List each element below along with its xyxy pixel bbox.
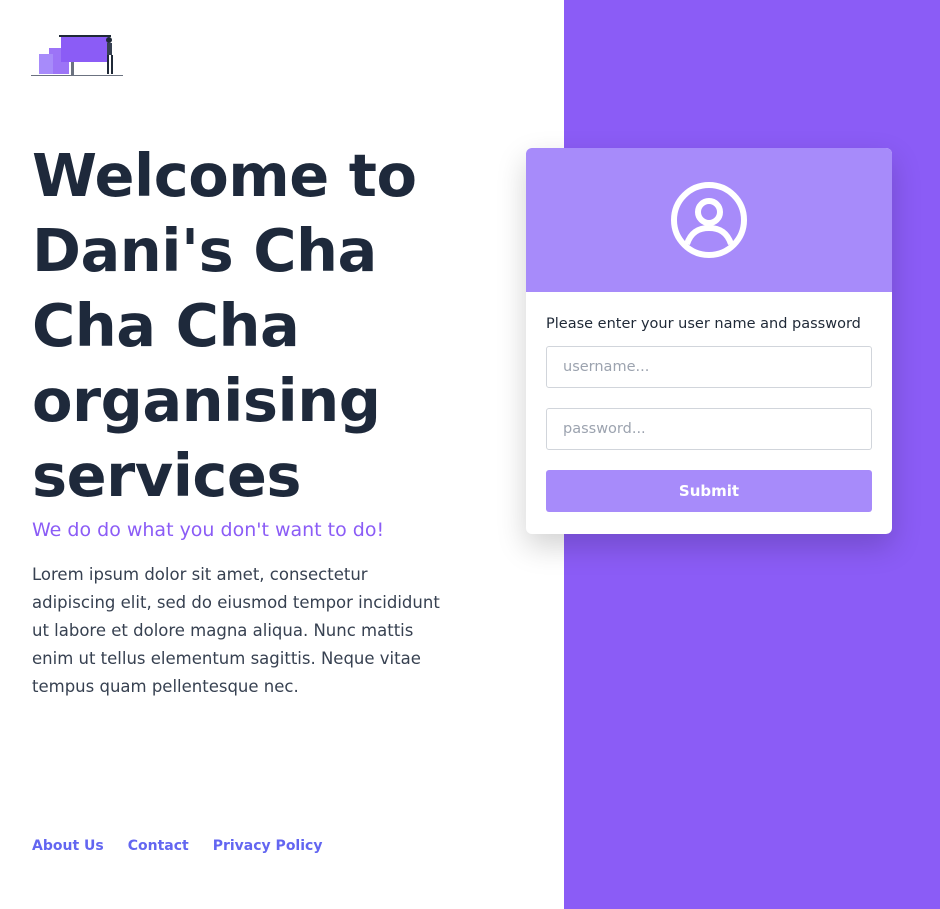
login-card-body: Please enter your user name and password… xyxy=(526,292,892,532)
login-card: Please enter your user name and password… xyxy=(526,148,892,534)
hero-tagline: We do do what you don't want to do! xyxy=(32,519,385,541)
logo[interactable] xyxy=(31,32,123,78)
footer-link-about-us[interactable]: About Us xyxy=(32,838,104,854)
username-input[interactable] xyxy=(546,346,872,388)
login-card-header xyxy=(526,148,892,292)
hero-headline: Welcome to Dani's Cha Cha Cha organising… xyxy=(32,141,417,510)
footer-nav: About Us Contact Privacy Policy xyxy=(32,838,322,854)
hero-body-text: Lorem ipsum dolor sit amet, consectetur … xyxy=(32,565,440,696)
user-circle-icon xyxy=(671,182,747,258)
submit-button[interactable]: Submit xyxy=(546,470,872,512)
footer-link-contact[interactable]: Contact xyxy=(128,838,189,854)
desk-illustration-logo-icon xyxy=(31,35,123,76)
login-prompt: Please enter your user name and password xyxy=(546,316,861,332)
password-input[interactable] xyxy=(546,408,872,450)
footer-link-privacy-policy[interactable]: Privacy Policy xyxy=(213,838,323,854)
